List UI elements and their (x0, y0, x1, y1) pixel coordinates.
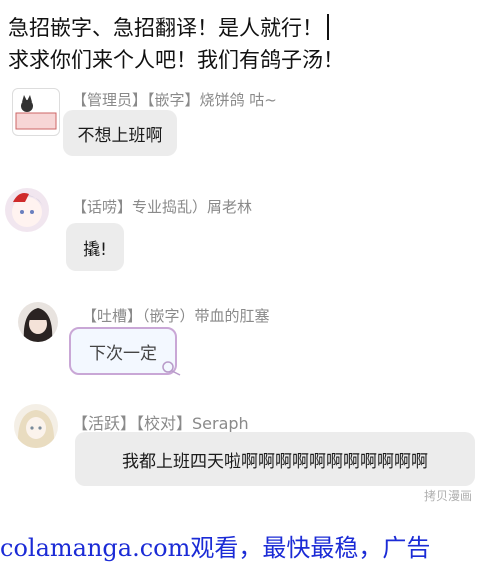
avatar[interactable] (18, 302, 58, 342)
header-line-1: 急招嵌字、急招翻译！是人就行！ (8, 12, 478, 44)
chat-bubble[interactable]: 不想上班啊 (63, 110, 177, 156)
header-line-2: 求求你们来个人吧！我们有鸽子汤！ (8, 48, 344, 72)
avatar[interactable] (12, 88, 60, 136)
message-meta: 【话唠】专业捣乱）屑老林 (72, 198, 253, 216)
cat-logo-icon (15, 95, 57, 130)
avatar[interactable] (14, 404, 58, 448)
watermark: 拷贝漫画 (424, 489, 473, 503)
message-meta: 【管理员】【嵌字】烧饼鸽 咕~ (72, 91, 277, 109)
blonde-girl-icon (17, 410, 55, 448)
avatar[interactable] (5, 188, 49, 232)
page-header: 急招嵌字、急招翻译！是人就行！ 求求你们来个人吧！我们有鸽子汤！ (8, 12, 478, 76)
bubble-decoration-icon (162, 361, 181, 376)
chat-bubble[interactable]: 我都上班四天啦啊啊啊啊啊啊啊啊啊啊啊 (75, 432, 475, 486)
anime-girl-icon (11, 193, 43, 227)
site-footer-link[interactable]: colamanga.com观看，最快最稳，广告 (0, 528, 491, 563)
message-meta: 【活跃】【校对】Seraph (72, 414, 249, 433)
text-cursor (327, 14, 329, 40)
message-meta: 【吐槽】（嵌字）带血的肛塞 (82, 307, 270, 325)
chat-bubble[interactable]: 撬! (66, 223, 124, 271)
dark-hair-girl-icon (23, 308, 53, 342)
